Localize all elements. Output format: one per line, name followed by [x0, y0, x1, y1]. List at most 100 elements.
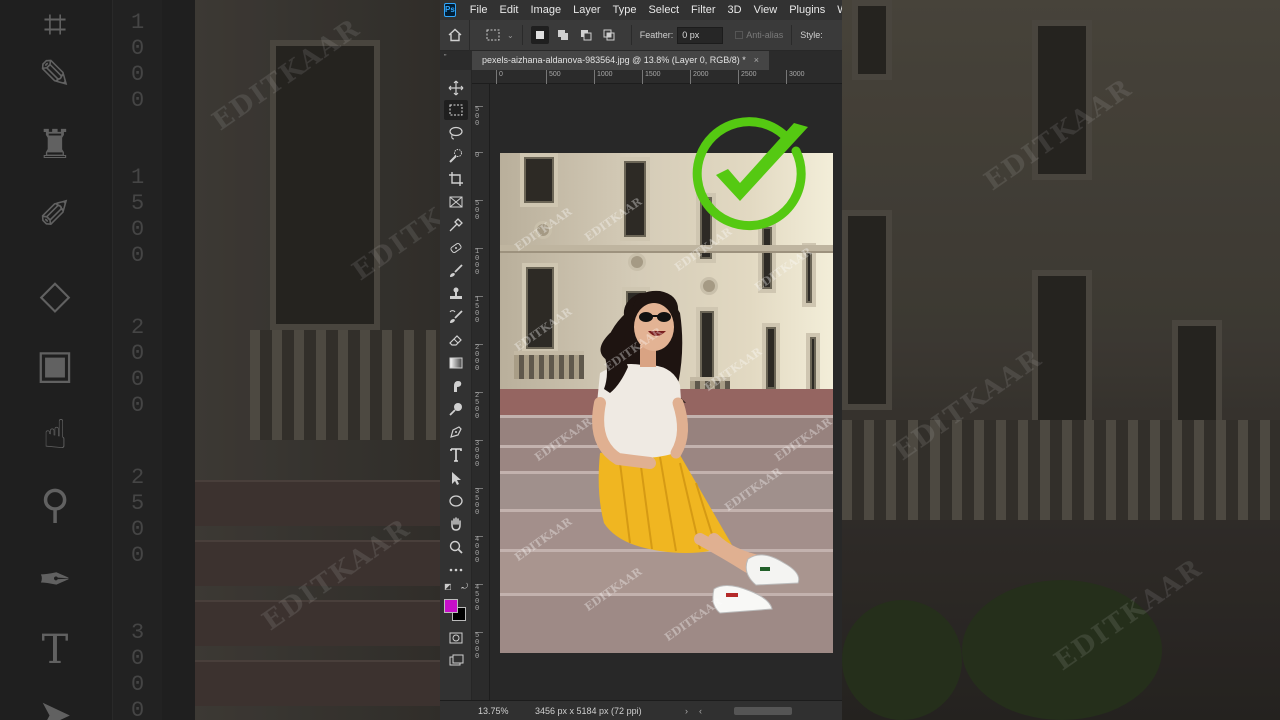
- lasso-tool-button[interactable]: [444, 123, 468, 143]
- pen-icon: [450, 426, 462, 438]
- options-separator: [521, 25, 523, 45]
- menu-image[interactable]: Image: [525, 0, 568, 20]
- new-selection-icon: [535, 31, 544, 39]
- menu-edit[interactable]: Edit: [494, 0, 525, 20]
- dim-overlay: [842, 0, 1280, 720]
- new-selection-button[interactable]: [530, 26, 549, 44]
- home-button[interactable]: [440, 19, 470, 51]
- menu-file[interactable]: File: [464, 0, 494, 20]
- eyedropper-tool-button[interactable]: [444, 215, 468, 235]
- quick-mask-icon: [449, 632, 463, 644]
- scroll-left-icon[interactable]: ‹: [699, 706, 713, 716]
- status-bar: 13.75% 3456 px x 5184 px (72 ppi) › ‹: [440, 700, 842, 720]
- zoom-tool-button[interactable]: [444, 537, 468, 557]
- document-tab-bar: ‟ pexels-aizhana-aldanova-983564.jpg @ 1…: [440, 51, 842, 70]
- foreground-color-swatch[interactable]: [444, 599, 458, 613]
- ruler-tick: 4500: [475, 584, 483, 613]
- clone-stamp-tool-button[interactable]: [444, 284, 468, 304]
- menu-layer[interactable]: Layer: [567, 0, 607, 20]
- eyedropper-icon: [449, 218, 463, 232]
- eraser-tool-button[interactable]: [444, 330, 468, 350]
- history-brush-tool-button[interactable]: [444, 307, 468, 327]
- default-colors-icon[interactable]: ◩: [444, 582, 452, 592]
- tools-panel: ◩ ⤾: [440, 70, 472, 720]
- ruler-tick: 3500: [475, 488, 483, 517]
- rectangular-marquee-tool-button[interactable]: [444, 100, 468, 120]
- anti-alias-checkbox[interactable]: [735, 31, 744, 39]
- crop-tool-button[interactable]: [444, 169, 468, 189]
- intersect-selection-button[interactable]: [600, 26, 618, 44]
- ellipse-icon: [449, 495, 463, 507]
- menu-view[interactable]: View: [748, 0, 784, 20]
- options-bar: ⌄ Feather: Anti-alias Style:: [440, 19, 842, 51]
- blur-tool-button[interactable]: [444, 376, 468, 396]
- path-selection-icon: [452, 472, 461, 485]
- horizontal-scrollbar-thumb[interactable]: [734, 707, 792, 715]
- smudge-icon: [454, 381, 462, 392]
- menu-window[interactable]: Window: [831, 0, 842, 20]
- chevron-down-icon[interactable]: ⌄: [507, 31, 514, 40]
- move-tool-button[interactable]: [444, 78, 468, 98]
- swap-colors-icon[interactable]: ⤾: [461, 582, 468, 592]
- menu-plugins[interactable]: Plugins: [783, 0, 831, 20]
- quick-mask-button[interactable]: [444, 628, 468, 648]
- brush-tool-button[interactable]: [444, 261, 468, 281]
- ruler-tick: 5000: [475, 632, 483, 661]
- subtract-selection-icon: [580, 30, 592, 41]
- add-to-selection-button[interactable]: [554, 26, 572, 44]
- photoshop-logo-icon[interactable]: Ps: [444, 3, 456, 17]
- path-selection-tool-button[interactable]: [444, 468, 468, 488]
- ruler-tick: 1500: [642, 70, 661, 84]
- screen-mode-icon: [449, 654, 464, 666]
- status-menu-arrow-icon[interactable]: ›: [685, 706, 699, 716]
- menu-bar: Ps File Edit Image Layer Type Select Fil…: [440, 0, 842, 20]
- ruler-tick: 0: [496, 70, 503, 84]
- close-tab-icon[interactable]: ×: [754, 51, 759, 70]
- ruler-tick: 2000: [475, 344, 483, 373]
- panel-grip-icon[interactable]: ‟: [444, 53, 447, 62]
- marquee-preset-button[interactable]: [484, 26, 502, 44]
- color-swatch-controls: ◩ ⤾: [444, 582, 468, 592]
- dim-overlay: [0, 0, 440, 720]
- quick-selection-tool-button[interactable]: [444, 146, 468, 166]
- dodge-tool-button[interactable]: [444, 399, 468, 419]
- rectangular-marquee-icon: [449, 104, 463, 116]
- frame-tool-button[interactable]: [444, 192, 468, 212]
- menu-select[interactable]: Select: [642, 0, 685, 20]
- ruler-tick: 1500: [475, 296, 483, 325]
- quick-selection-icon: [449, 149, 462, 163]
- document-tab[interactable]: pexels-aizhana-aldanova-983564.jpg @ 13.…: [472, 51, 770, 70]
- anti-alias-label: Anti-alias: [746, 30, 784, 40]
- ruler-tick: 1000: [594, 70, 613, 84]
- horizontal-ruler: 0 500 1000 1500 2000 2500 3000: [472, 70, 842, 84]
- ruler-tick: 4000: [475, 536, 483, 565]
- feather-input[interactable]: [677, 26, 724, 44]
- intersect-selection-icon: [603, 29, 615, 41]
- document-tab-title: pexels-aizhana-aldanova-983564.jpg @ 13.…: [482, 55, 746, 65]
- menu-type[interactable]: Type: [607, 0, 643, 20]
- spot-healing-tool-button[interactable]: [444, 238, 468, 258]
- hand-tool-button[interactable]: [444, 514, 468, 534]
- brush-icon: [450, 264, 463, 277]
- pen-tool-button[interactable]: [444, 422, 468, 442]
- screen-mode-button[interactable]: [444, 650, 468, 670]
- zoom-level[interactable]: 13.75%: [440, 706, 535, 716]
- subtract-from-selection-button[interactable]: [577, 26, 595, 44]
- gradient-tool-button[interactable]: [444, 353, 468, 373]
- menu-filter[interactable]: Filter: [685, 0, 721, 20]
- ruler-tick: 500: [546, 70, 561, 84]
- gradient-icon: [449, 357, 463, 369]
- style-label: Style:: [800, 30, 823, 40]
- type-icon: [450, 448, 462, 462]
- menu-3d[interactable]: 3D: [722, 0, 748, 20]
- type-tool-button[interactable]: [444, 445, 468, 465]
- more-tools-button[interactable]: [444, 560, 468, 580]
- ruler-tick: 500: [475, 106, 483, 128]
- home-icon: [448, 28, 461, 42]
- ellipse-tool-button[interactable]: [444, 491, 468, 511]
- add-selection-icon: [557, 30, 568, 40]
- ruler-tick: 1000: [475, 248, 483, 277]
- ruler-tick: 2500: [475, 392, 483, 421]
- ruler-tick: 2500: [738, 70, 757, 84]
- lasso-icon: [449, 126, 463, 140]
